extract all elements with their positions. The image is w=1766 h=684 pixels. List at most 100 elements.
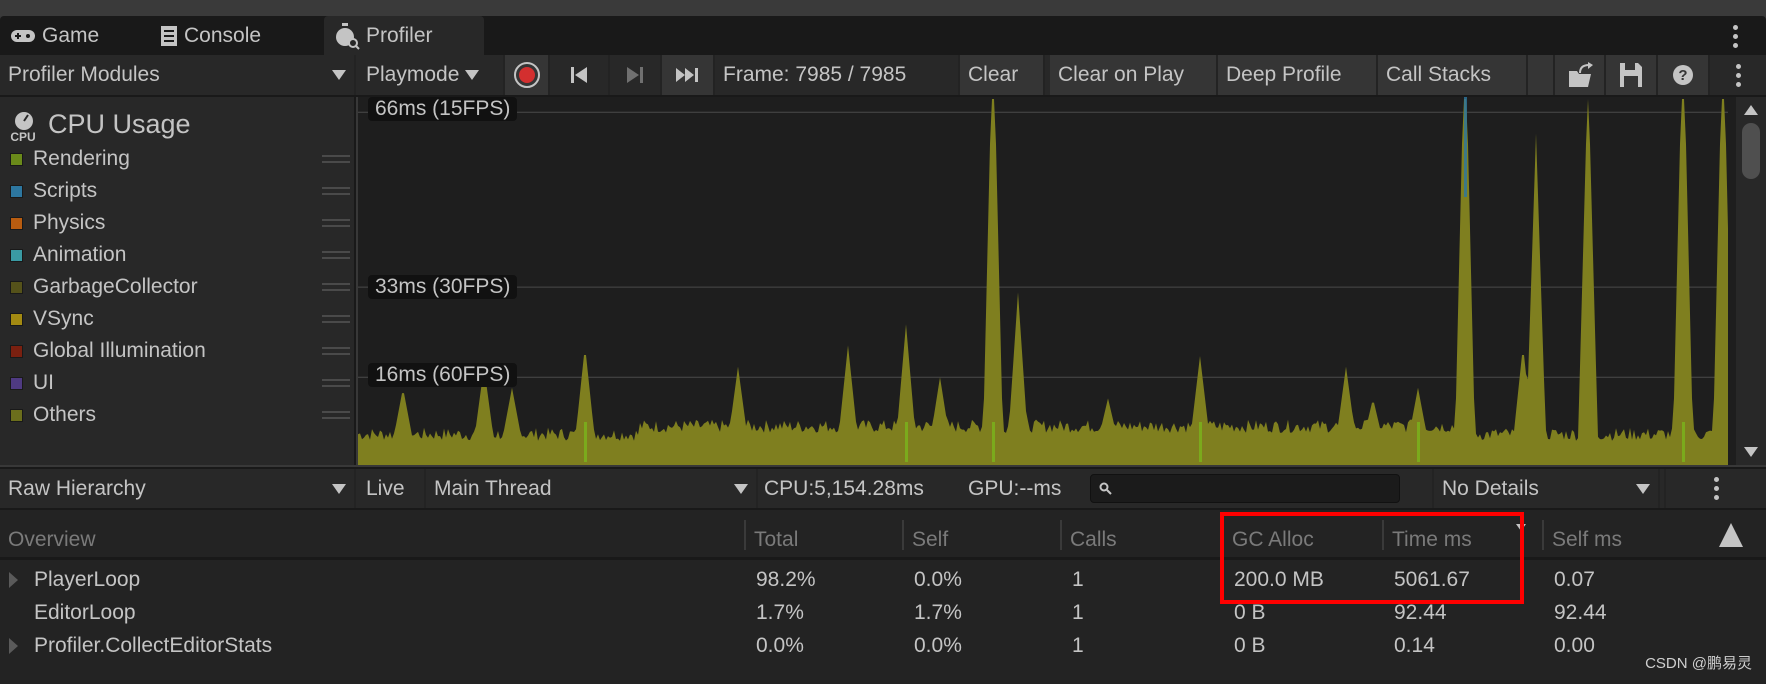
legend-item-animation[interactable]: Animation	[10, 243, 350, 267]
fast-forward-icon	[675, 68, 698, 82]
search-icon	[1099, 482, 1112, 495]
column-header-self-ms[interactable]: Self ms	[1552, 528, 1622, 552]
legend-label: Others	[33, 403, 97, 426]
column-header-overview[interactable]: Overview	[8, 528, 96, 552]
next-frame-button[interactable]	[610, 55, 662, 95]
window-menu-button[interactable]	[1733, 25, 1738, 48]
row-cell: 0.0%	[756, 634, 804, 657]
column-divider[interactable]	[744, 520, 746, 550]
details-menu-button[interactable]	[1664, 469, 1766, 508]
chart-scrollbar[interactable]	[1736, 97, 1766, 465]
details-dropdown[interactable]: No Details	[1432, 469, 1660, 508]
toolbar-menu-button[interactable]	[1710, 55, 1766, 95]
scroll-down-arrow[interactable]	[1744, 447, 1758, 457]
row-cell: 92.44	[1394, 601, 1447, 624]
cpu-frame-area	[358, 99, 1728, 465]
drag-handle-icon[interactable]	[322, 219, 350, 227]
category-spike	[1417, 422, 1420, 462]
guide-label-16ms: 16ms (60FPS)	[368, 363, 518, 387]
legend-label: Scripts	[33, 179, 98, 202]
legend-label: VSync	[33, 307, 94, 330]
clear-button[interactable]: Clear	[960, 55, 1045, 95]
dropdown-label: Raw Hierarchy	[8, 476, 146, 500]
legend-label: Animation	[33, 243, 127, 266]
row-cell: 1	[1072, 634, 1084, 657]
category-spike	[905, 422, 908, 462]
drag-handle-icon[interactable]	[322, 155, 350, 163]
button-label: Deep Profile	[1226, 63, 1342, 86]
drag-handle-icon[interactable]	[322, 411, 350, 419]
drag-handle-icon[interactable]	[322, 379, 350, 387]
previous-frame-button[interactable]	[550, 55, 610, 95]
tab-profiler[interactable]: Profiler	[324, 16, 484, 55]
current-frame-button[interactable]	[662, 55, 715, 95]
row-cell: 1.7%	[914, 601, 962, 624]
legend-item-global-illumination[interactable]: Global Illumination	[10, 339, 350, 363]
column-header-total[interactable]: Total	[754, 528, 798, 552]
thread-dropdown[interactable]: Main Thread	[426, 469, 758, 508]
scrollbar-thumb[interactable]	[1742, 123, 1760, 179]
column-header-self[interactable]: Self	[912, 528, 948, 552]
profiler-modules-dropdown[interactable]: Profiler Modules	[0, 55, 356, 95]
color-swatch	[10, 408, 23, 422]
playmode-dropdown[interactable]: Playmode	[358, 55, 505, 95]
tab-console[interactable]: Console	[150, 16, 271, 55]
row-name: Profiler.CollectEditorStats	[34, 634, 273, 657]
open-folder-icon	[1568, 62, 1593, 87]
legend-item-scripts[interactable]: Scripts	[10, 179, 350, 203]
help-button[interactable]: ?	[1658, 55, 1710, 95]
warning-column-icon[interactable]	[1718, 522, 1744, 554]
legend-item-ui[interactable]: UI	[10, 371, 350, 395]
record-icon	[514, 62, 540, 88]
save-button[interactable]	[1606, 55, 1658, 95]
legend-item-rendering[interactable]: Rendering	[10, 147, 350, 171]
legend-item-vsync[interactable]: VSync	[10, 307, 350, 331]
column-header-calls[interactable]: Calls	[1070, 528, 1117, 552]
expand-arrow-icon[interactable]	[9, 638, 18, 654]
column-divider[interactable]	[902, 520, 904, 550]
legend-label: Global Illumination	[33, 339, 206, 362]
column-divider[interactable]	[1542, 520, 1544, 550]
expand-arrow-icon[interactable]	[9, 572, 18, 588]
tab-bar: Game Console Profiler	[0, 16, 1766, 55]
help-icon: ?	[1673, 65, 1693, 85]
button-label: Clear	[968, 63, 1019, 86]
drag-handle-icon[interactable]	[322, 283, 350, 291]
call-stacks-button[interactable]: Call Stacks	[1378, 55, 1528, 95]
search-input[interactable]	[1090, 474, 1400, 503]
category-spike	[584, 422, 587, 462]
details-toolbar: Raw Hierarchy Live Main Thread CPU:5,154…	[0, 467, 1766, 510]
clear-on-play-button[interactable]: Clear on Play	[1050, 55, 1218, 95]
window-background	[0, 0, 1766, 16]
row-cell: 0.00	[1554, 634, 1595, 657]
table-row[interactable]: Profiler.CollectEditorStats 0.0% 0.0% 1 0 B 0…	[0, 629, 1766, 662]
drag-handle-icon[interactable]	[322, 347, 350, 355]
view-type-dropdown[interactable]: Raw Hierarchy	[0, 469, 356, 508]
column-divider[interactable]	[1060, 520, 1062, 550]
tab-game[interactable]: Game	[0, 16, 109, 55]
chevron-down-icon	[465, 70, 480, 80]
load-button[interactable]	[1555, 55, 1606, 95]
drag-handle-icon[interactable]	[322, 187, 350, 195]
record-button[interactable]	[505, 55, 550, 95]
scroll-up-arrow[interactable]	[1744, 105, 1758, 115]
row-cell: 1	[1072, 601, 1084, 624]
console-icon	[161, 25, 177, 46]
tab-label: Game	[42, 23, 100, 47]
color-swatch	[10, 248, 23, 262]
deep-profile-button[interactable]: Deep Profile	[1218, 55, 1378, 95]
live-toggle[interactable]: Live	[358, 469, 426, 508]
legend-item-garbagecollector[interactable]: GarbageCollector	[10, 275, 350, 299]
highlight-box	[1220, 512, 1524, 604]
cpu-usage-chart[interactable]: 66ms (15FPS) 33ms (30FPS) 16ms (60FPS)	[358, 97, 1736, 465]
category-spike	[1464, 97, 1467, 197]
step-forward-icon	[627, 67, 643, 83]
stopwatch-icon	[336, 22, 360, 50]
dropdown-label: Playmode	[366, 63, 460, 86]
legend-item-others[interactable]: Others	[10, 403, 350, 427]
chevron-down-icon	[332, 483, 346, 494]
legend-item-physics[interactable]: Physics	[10, 211, 350, 235]
drag-handle-icon[interactable]	[322, 251, 350, 259]
drag-handle-icon[interactable]	[322, 315, 350, 323]
legend-label: Rendering	[33, 147, 130, 170]
